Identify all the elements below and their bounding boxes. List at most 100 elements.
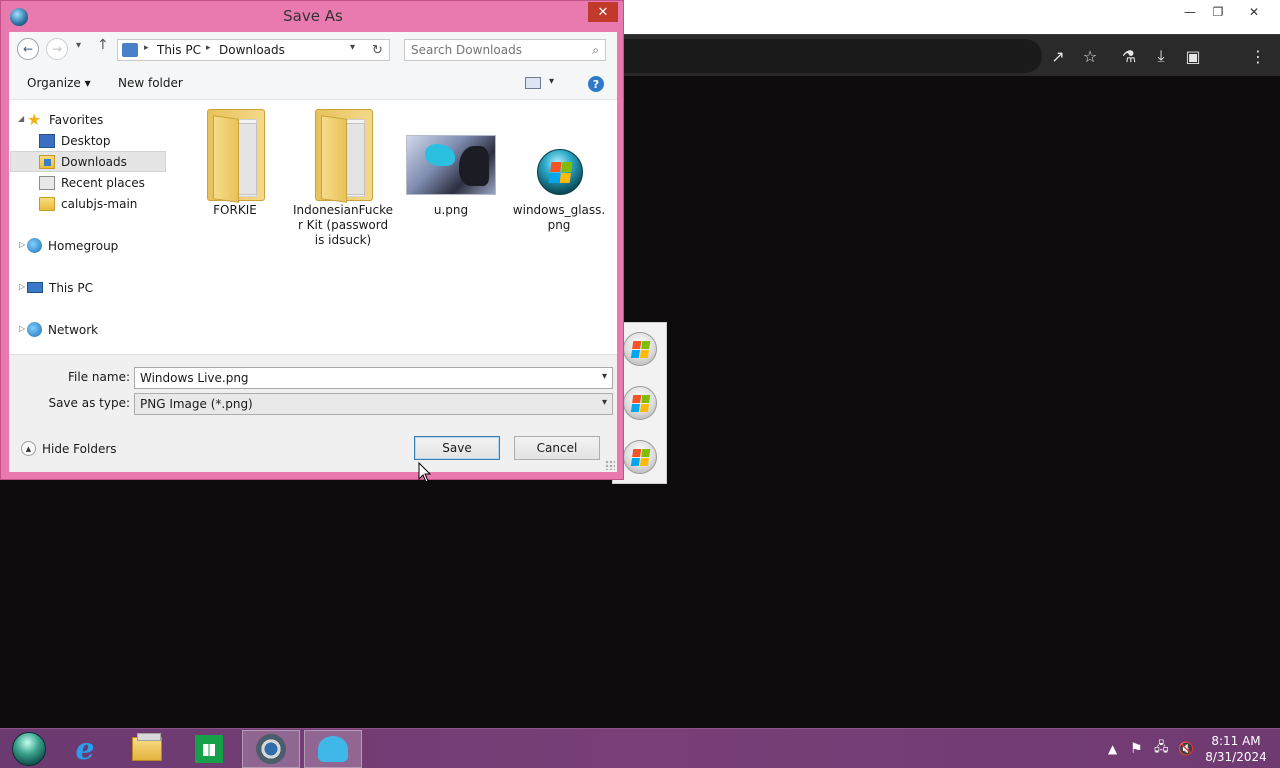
tree-item-label: Downloads [61, 154, 127, 169]
restore-button[interactable]: ❐ [1200, 0, 1236, 24]
new-folder-button[interactable]: New folder [118, 76, 183, 90]
tree-item-label: Desktop [61, 133, 111, 148]
clock[interactable]: 8:11 AM 8/31/2024 [1198, 733, 1274, 765]
tree-item-desktop[interactable]: Desktop [39, 130, 111, 151]
windows-orb-icon[interactable] [623, 332, 657, 366]
shell-icon [318, 736, 348, 762]
command-bar: Organize ▾ New folder ▾ ? [9, 68, 617, 100]
tree-item-favorites[interactable]: ★ Favorites [27, 109, 103, 130]
taskbar-chrome[interactable] [242, 730, 300, 768]
start-orb-icon [12, 732, 46, 766]
file-explorer-icon [132, 733, 162, 761]
start-button[interactable] [0, 730, 58, 768]
save-type-value: PNG Image (*.png) [140, 397, 253, 411]
file-list: FORKIE IndonesianFucker Kit (password is… [179, 101, 617, 353]
breadcrumb-this-pc[interactable]: This PC [157, 43, 201, 57]
view-options-chevron-down-icon[interactable]: ▾ [549, 76, 554, 87]
menu-icon[interactable]: ⋮ [1246, 44, 1270, 68]
address-bar[interactable]: ▸ This PC ▸ Downloads ▾ [117, 39, 375, 61]
internet-explorer-icon: e [75, 731, 95, 767]
computer-icon [27, 282, 43, 293]
list-item[interactable]: u.png [401, 105, 501, 218]
dialog-title: Save As [283, 7, 343, 25]
star-icon: ★ [27, 109, 42, 129]
list-item[interactable]: IndonesianFucker Kit (password is idsuck… [293, 105, 393, 248]
desktop-icon [39, 133, 55, 148]
taskbar-shell[interactable] [304, 730, 362, 768]
chrome-icon [256, 734, 286, 764]
taskbar-store[interactable] [180, 730, 238, 768]
refresh-icon[interactable]: ↻ [366, 39, 390, 61]
hide-folders-button[interactable]: ▲ Hide Folders [21, 441, 117, 456]
tree-item-this-pc[interactable]: This PC [27, 277, 93, 298]
file-name-field[interactable]: Windows Live.png ▾ [134, 367, 613, 389]
expand-triangle-icon[interactable]: ▷ [19, 282, 25, 291]
tree-item-homegroup[interactable]: Homegroup [27, 235, 118, 256]
sidepanel-icon[interactable]: ▣ [1181, 44, 1205, 68]
change-view-icon[interactable] [525, 77, 541, 89]
chevron-down-icon[interactable]: ▾ [350, 42, 355, 53]
volume-muted-icon[interactable]: 🔇 [1178, 729, 1194, 768]
tree-item-label: Favorites [49, 112, 104, 127]
network-icon [27, 322, 42, 337]
navigation-bar: ← → ▾ ↑ ▸ This PC ▸ Downloads ▾ ↻ ⌕ [9, 32, 617, 68]
download-icon[interactable]: ⤓ [1149, 44, 1173, 68]
save-button[interactable]: Save [414, 436, 500, 460]
hide-folders-label: Hide Folders [42, 441, 117, 456]
back-icon[interactable]: ← [17, 38, 39, 60]
file-name-value[interactable]: Windows Live.png [140, 371, 249, 385]
windows-orb-icon[interactable] [623, 440, 657, 474]
taskbar: e ▲ ⚑ 🖧 🔇 8:11 AM 8/31/2024 [0, 728, 1280, 768]
taskbar-file-explorer[interactable] [118, 730, 176, 768]
folder-icon [315, 109, 373, 203]
save-type-select[interactable]: PNG Image (*.png) ▾ [134, 393, 613, 415]
recent-locations-chevron-down-icon[interactable]: ▾ [76, 40, 81, 51]
star-icon[interactable]: ☆ [1078, 44, 1102, 68]
tree-item-recent-places[interactable]: Recent places [39, 172, 145, 193]
windows-orb-icon[interactable] [623, 386, 657, 420]
store-icon [195, 735, 223, 763]
expand-triangle-icon[interactable]: ▷ [19, 324, 25, 333]
tree-item-label: Network [48, 322, 99, 337]
labs-icon[interactable]: ⚗ [1117, 44, 1141, 68]
tree-item-network[interactable]: Network [27, 319, 98, 340]
organize-button[interactable]: Organize ▾ [27, 76, 91, 90]
tree-item-label: calubjs-main [61, 196, 138, 211]
help-icon[interactable]: ? [588, 76, 604, 92]
taskbar-internet-explorer[interactable]: e [56, 730, 114, 768]
list-item[interactable]: FORKIE [185, 105, 285, 218]
folder-icon [207, 109, 265, 203]
chevron-down-icon[interactable]: ▾ [602, 397, 607, 408]
tree-item-label: This PC [49, 280, 93, 295]
clock-time: 8:11 AM [1211, 734, 1261, 748]
file-name: windows_glass.png [512, 203, 606, 232]
cancel-button[interactable]: Cancel [514, 436, 600, 460]
omnibox[interactable] [612, 39, 1042, 73]
forward-icon[interactable]: → [46, 38, 68, 60]
show-hidden-icons-chevron-up-icon[interactable]: ▲ [1108, 729, 1117, 768]
navigation-pane: ◢ ★ Favorites Desktop Downloads Recent p… [9, 101, 179, 353]
resize-grip-icon[interactable] [605, 460, 615, 470]
expand-triangle-icon[interactable]: ▷ [19, 240, 25, 249]
dialog-close-button[interactable]: ✕ [588, 2, 618, 22]
chevron-down-icon[interactable]: ▾ [602, 371, 607, 382]
tree-item-downloads[interactable]: Downloads [10, 151, 166, 172]
up-arrow-icon[interactable]: ↑ [97, 37, 109, 53]
file-name: FORKIE [213, 203, 257, 217]
dialog-body: ← → ▾ ↑ ▸ This PC ▸ Downloads ▾ ↻ ⌕ Orga… [9, 32, 617, 472]
network-icon[interactable]: 🖧 [1154, 729, 1169, 768]
file-name-label: File name: [68, 370, 130, 384]
list-item[interactable]: windows_glass.png [509, 105, 609, 233]
search-icon[interactable]: ⌕ [592, 43, 599, 58]
tree-item-calubjs-main[interactable]: calubjs-main [39, 193, 137, 214]
close-button[interactable]: ✕ [1236, 0, 1272, 24]
action-center-flag-icon[interactable]: ⚑ [1130, 729, 1143, 768]
search-box[interactable]: ⌕ [404, 39, 606, 61]
downloads-folder-icon [39, 154, 55, 169]
breadcrumb-downloads[interactable]: Downloads [219, 43, 285, 57]
save-type-label: Save as type: [48, 396, 130, 410]
save-as-dialog: Save As ✕ ← → ▾ ↑ ▸ This PC ▸ Downloads … [0, 0, 624, 480]
share-icon[interactable]: ↗ [1046, 44, 1070, 68]
search-input[interactable] [411, 43, 581, 57]
collapse-triangle-icon[interactable]: ◢ [18, 114, 24, 123]
